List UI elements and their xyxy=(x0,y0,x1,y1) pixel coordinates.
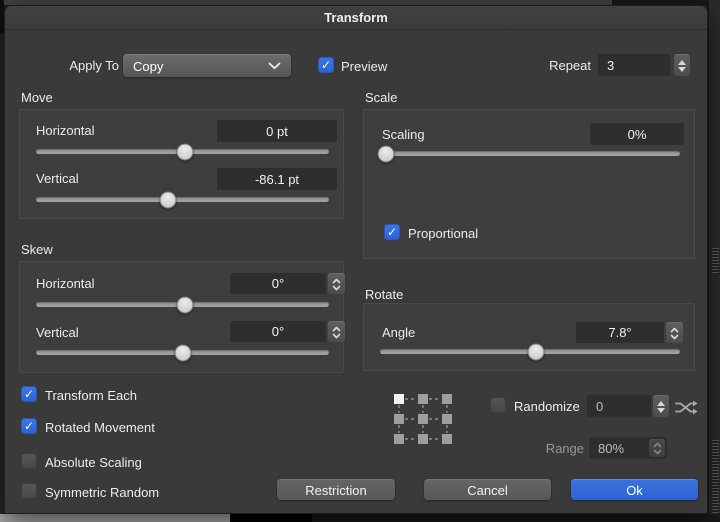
skew-section-title: Skew xyxy=(21,242,53,257)
stepper-chevrons-icon xyxy=(652,441,663,456)
ruler-number: 650 xyxy=(552,0,572,3)
slider-thumb[interactable] xyxy=(159,191,176,208)
move-panel: Horizontal 0 pt Vertical -86.1 pt xyxy=(19,109,344,219)
slider-thumb[interactable] xyxy=(177,296,194,313)
preview-checkbox[interactable]: ✓ xyxy=(318,57,334,73)
move-vertical-slider[interactable] xyxy=(36,197,329,202)
ruler-number: 600 xyxy=(498,0,518,3)
ruler-number: 350 xyxy=(228,0,248,3)
rotated-movement-label: Rotated Movement xyxy=(45,420,155,435)
randomize-stepper[interactable] xyxy=(653,395,669,417)
check-icon: ✓ xyxy=(24,388,34,400)
absolute-scaling-checkbox[interactable]: ✓ xyxy=(21,453,37,469)
angle-value-field[interactable]: 7.8° xyxy=(576,322,664,343)
move-vertical-value-field[interactable]: -86.1 pt xyxy=(217,168,337,190)
panel-grip xyxy=(712,440,719,522)
repeat-input[interactable]: 3 xyxy=(598,54,670,76)
skew-panel: Horizontal 0° Vertical 0° xyxy=(19,261,344,373)
scale-section-title: Scale xyxy=(365,90,398,105)
screen: 150 200 250 300 350 400 450 500 550 600 … xyxy=(0,0,720,522)
ok-button[interactable]: Ok xyxy=(571,479,698,500)
slider-thumb[interactable] xyxy=(174,344,191,361)
transform-each-checkbox[interactable]: ✓ xyxy=(21,386,37,402)
transform-dialog: Transform Apply To Copy ✓ Preview Repeat… xyxy=(4,5,708,514)
rotate-panel: Angle 7.8° xyxy=(363,303,695,371)
skew-vertical-value-field[interactable]: 0° xyxy=(230,321,326,342)
angle-label: Angle xyxy=(382,325,415,340)
ruler-number: 150 xyxy=(12,0,32,3)
symmetric-random-label: Symmetric Random xyxy=(45,485,159,500)
dialog-titlebar: Transform xyxy=(5,6,707,30)
stepper-chevrons-icon xyxy=(331,277,342,292)
ruler-number: 550 xyxy=(444,0,464,3)
ruler-number: 450 xyxy=(336,0,356,3)
anchor-top-left-selected xyxy=(394,394,404,404)
move-section-title: Move xyxy=(21,90,53,105)
skew-vertical-slider[interactable] xyxy=(36,350,329,355)
skew-vertical-stepper[interactable] xyxy=(328,321,345,342)
symmetric-random-checkbox[interactable]: ✓ xyxy=(21,483,37,499)
ruler-number: 300 xyxy=(174,0,194,3)
angle-stepper[interactable] xyxy=(666,322,683,343)
stepper-chevrons-icon xyxy=(669,326,680,341)
proportional-checkbox[interactable]: ✓ xyxy=(384,224,400,240)
move-horizontal-slider[interactable] xyxy=(36,149,329,154)
stepper-up-icon xyxy=(678,60,686,65)
background-statusbar-light xyxy=(0,514,230,522)
check-icon: ✓ xyxy=(24,420,34,432)
stepper-down-icon xyxy=(678,67,686,72)
cancel-button[interactable]: Cancel xyxy=(424,479,551,500)
chevron-down-icon xyxy=(268,62,281,70)
scaling-label: Scaling xyxy=(382,127,425,142)
ruler-number: 250 xyxy=(120,0,140,3)
proportional-label: Proportional xyxy=(408,226,478,241)
anchor-point-selector[interactable] xyxy=(393,393,453,445)
stepper-down-icon xyxy=(657,408,665,413)
range-stepper[interactable] xyxy=(649,439,665,457)
transform-each-label: Transform Each xyxy=(45,388,137,403)
randomize-checkbox[interactable]: ✓ xyxy=(490,397,506,413)
move-horizontal-value-field[interactable]: 0 pt xyxy=(217,120,337,142)
slider-thumb[interactable] xyxy=(378,145,395,162)
move-vertical-label: Vertical xyxy=(36,171,79,186)
dialog-title: Transform xyxy=(324,10,388,25)
skew-horizontal-slider[interactable] xyxy=(36,302,329,307)
stepper-chevrons-icon xyxy=(331,325,342,340)
repeat-stepper[interactable] xyxy=(674,54,690,76)
preview-label: Preview xyxy=(341,59,387,74)
rotated-movement-checkbox[interactable]: ✓ xyxy=(21,418,37,434)
skew-vertical-label: Vertical xyxy=(36,325,79,340)
background-right-edge xyxy=(708,0,720,522)
slider-thumb[interactable] xyxy=(177,143,194,160)
absolute-scaling-label: Absolute Scaling xyxy=(45,455,142,470)
move-horizontal-label: Horizontal xyxy=(36,123,95,138)
scaling-slider[interactable] xyxy=(380,151,680,156)
apply-to-value: Copy xyxy=(133,59,163,74)
skew-horizontal-value-field[interactable]: 0° xyxy=(230,273,326,294)
check-icon: ✓ xyxy=(321,59,331,71)
background-statusbar xyxy=(312,514,720,522)
ruler-number: 200 xyxy=(66,0,86,3)
randomize-input[interactable]: 0 xyxy=(587,395,651,417)
repeat-label: Repeat xyxy=(539,58,591,73)
shuffle-icon[interactable] xyxy=(675,400,698,415)
angle-slider[interactable] xyxy=(380,349,680,354)
restriction-button[interactable]: Restriction xyxy=(277,479,395,500)
background-statusbar-dark xyxy=(230,514,312,522)
apply-to-label: Apply To xyxy=(43,58,119,73)
slider-thumb[interactable] xyxy=(528,343,545,360)
ruler-number: 500 xyxy=(390,0,410,3)
scaling-value-field[interactable]: 0% xyxy=(590,123,684,145)
randomize-label: Randomize xyxy=(514,399,580,414)
check-icon: ✓ xyxy=(387,226,397,238)
ruler-number: 400 xyxy=(282,0,302,3)
scale-panel: Scaling 0% ✓ Proportional xyxy=(363,109,695,259)
apply-to-select[interactable]: Copy xyxy=(123,54,291,77)
panel-grip xyxy=(712,248,719,274)
range-label: Range xyxy=(510,441,584,456)
rotate-section-title: Rotate xyxy=(365,287,403,302)
stepper-up-icon xyxy=(657,401,665,406)
skew-horizontal-label: Horizontal xyxy=(36,276,95,291)
skew-horizontal-stepper[interactable] xyxy=(328,273,345,294)
